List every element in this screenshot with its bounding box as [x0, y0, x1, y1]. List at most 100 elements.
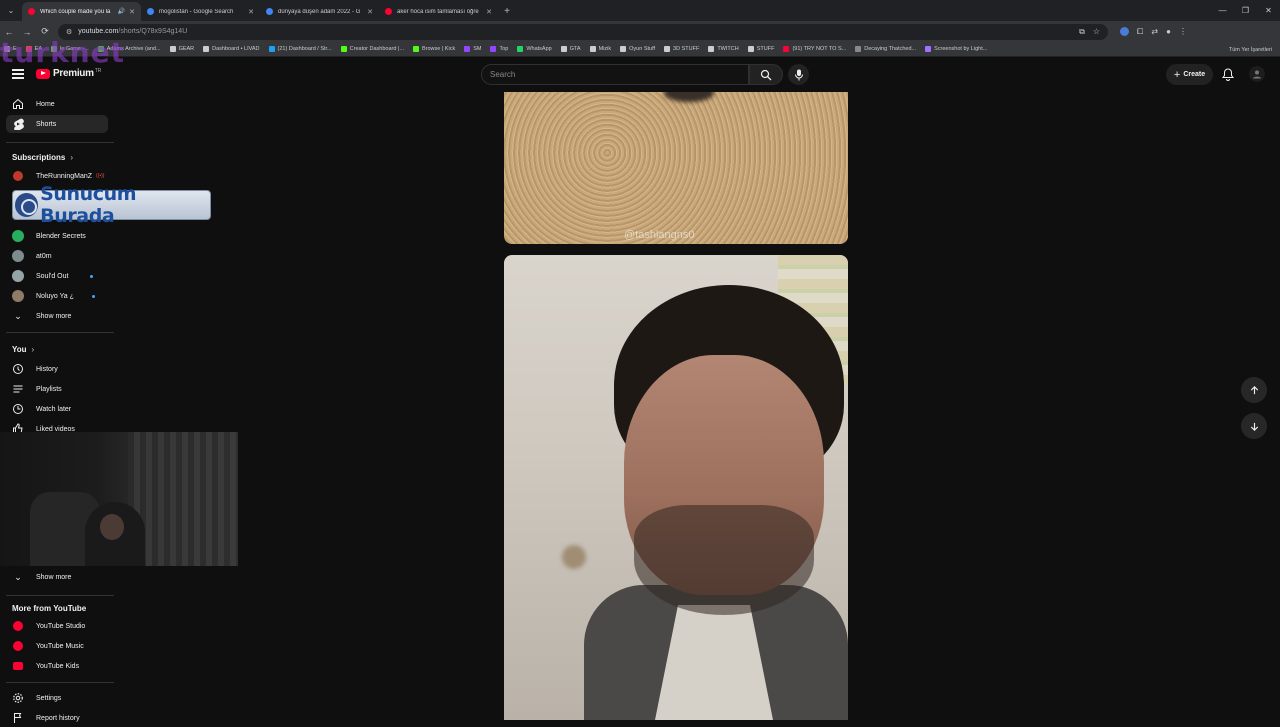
bookmark-item[interactable]: WhatsApp	[517, 46, 552, 52]
playlists-icon	[12, 383, 24, 395]
sidebar-item-label: Blender Secrets	[36, 232, 86, 240]
sidebar-item-home[interactable]: Home	[6, 95, 108, 113]
gear-icon	[12, 692, 24, 704]
sidebar-item-label: Soul'd Out	[36, 272, 69, 280]
channel-avatar-icon	[12, 270, 24, 282]
browser-tab[interactable]: mogolistan - Google Search ✕	[141, 2, 260, 21]
install-app-icon[interactable]: ⧉	[1079, 27, 1085, 37]
sidebar-item-label: Show more	[36, 573, 72, 581]
sidebar-item-label: YouTube Music	[36, 642, 84, 650]
bookmark-label: Creator Dashboard |...	[349, 46, 404, 52]
bookmark-item[interactable]: Mizik	[589, 46, 611, 52]
sidebar-item-label: TheRunningManZ	[36, 172, 93, 180]
extension-icon[interactable]	[1120, 27, 1129, 36]
side-panel-icon[interactable]: ⇄	[1151, 27, 1158, 36]
browser-tab[interactable]: Which couple made you la 🔊 ✕	[22, 2, 141, 21]
sidebar-item-youtube-studio[interactable]: YouTube Studio	[6, 617, 108, 635]
tab-title: mogolistan - Google Search	[159, 8, 234, 15]
bookmark-item[interactable]: Oyun Stuff	[620, 46, 655, 52]
sidebar-item-subscription[interactable]: Noluyo Ya ¿	[6, 287, 108, 305]
bookmark-item[interactable]: TWITCH	[708, 46, 739, 52]
show-more-button[interactable]: ⌄ Show more	[6, 307, 108, 325]
close-tab-icon[interactable]: ✕	[486, 8, 492, 16]
sidebar-item-history[interactable]: History	[6, 360, 108, 378]
sidebar-item-subscription[interactable]: Blender Secrets	[6, 227, 108, 245]
sidebar-item-youtube-music[interactable]: YouTube Music	[6, 637, 108, 655]
bookmark-item[interactable]: (21) Dashboard / Str...	[268, 46, 332, 52]
bookmark-item[interactable]: EA	[25, 46, 42, 52]
sidebar-item-report-history[interactable]: Report history	[6, 709, 108, 727]
back-icon[interactable]: ←	[0, 21, 18, 42]
voice-search-button[interactable]	[788, 64, 809, 85]
search-input[interactable]: Search	[481, 64, 749, 85]
new-tab-icon[interactable]: +	[498, 2, 516, 21]
create-button[interactable]: + Create	[1166, 64, 1213, 85]
sidebar-item-watch-later[interactable]: Watch later	[6, 400, 108, 418]
channel-avatar-icon	[12, 230, 24, 242]
subscriptions-heading[interactable]: Subscriptions ›	[12, 153, 73, 162]
sidebar-item-youtube-kids[interactable]: YouTube Kids	[6, 657, 108, 675]
tab-title: aker hoca isim tamlaması öğre	[397, 8, 479, 15]
browser-tab[interactable]: dünyaya düşen adam 2022 - G ✕	[260, 2, 379, 21]
browser-tab[interactable]: aker hoca isim tamlaması öğre ✕	[379, 2, 498, 21]
forward-icon[interactable]: →	[18, 21, 36, 42]
bookmark-item[interactable]: Decaying Thatched...	[855, 46, 916, 52]
sidebar-item-settings[interactable]: Settings	[6, 689, 108, 707]
all-bookmarks-button[interactable]: Tüm Yer İşaretleri	[1229, 42, 1272, 56]
live-indicator-icon: ((•))	[96, 173, 105, 179]
bookmark-label: E	[13, 46, 17, 52]
sidebar-item-shorts[interactable]: Shorts	[6, 115, 108, 133]
address-bar[interactable]: ⚙ youtube.com/shorts/Q78x9S4g14U ⧉ ☆	[58, 23, 1108, 40]
sidebar-item-playlists[interactable]: Playlists	[6, 380, 108, 398]
menu-icon[interactable]	[12, 69, 24, 79]
bookmark-item[interactable]: STUFF	[747, 46, 774, 52]
bookmark-star-icon[interactable]: ☆	[1093, 27, 1100, 37]
extensions-puzzle-icon[interactable]: ⧠	[1137, 27, 1143, 37]
show-more-button[interactable]: ⌄ Show more	[6, 568, 108, 586]
search-button[interactable]	[749, 64, 783, 85]
stream-overlay-badge: Sunucum Burada	[12, 183, 211, 227]
flag-icon	[12, 712, 24, 724]
bookmark-item[interactable]: Top	[490, 46, 508, 52]
bookmark-item[interactable]: (91) TRY NOT TO S...	[783, 46, 846, 52]
previous-short-button[interactable]	[1241, 377, 1267, 403]
close-tab-icon[interactable]: ✕	[248, 8, 254, 16]
restore-icon[interactable]: ❐	[1234, 0, 1257, 21]
sidebar-divider	[6, 332, 114, 333]
sidebar-item-subscription[interactable]: Soul'd Out	[6, 267, 108, 285]
bookmark-item[interactable]: E	[4, 46, 17, 52]
sidebar-item-label: at0m	[36, 252, 52, 260]
account-avatar[interactable]	[1249, 66, 1265, 82]
close-tab-icon[interactable]: ✕	[367, 8, 373, 16]
bookmark-favicon-icon	[664, 46, 671, 52]
speaker-icon[interactable]: 🔊	[118, 8, 125, 15]
bookmark-item[interactable]: SM	[464, 46, 481, 52]
next-short-button[interactable]	[1241, 413, 1267, 439]
sidebar-item-subscription[interactable]: at0m	[6, 247, 108, 265]
current-short-video[interactable]	[504, 255, 848, 720]
profile-icon[interactable]: ●	[1166, 27, 1171, 36]
browser-menu-icon[interactable]: ⋮	[1179, 27, 1187, 36]
bookmark-item[interactable]: Dashboard • LIVAD	[203, 46, 260, 52]
previous-short-video[interactable]: @tashlangns0	[504, 92, 848, 244]
bookmark-item[interactable]: Adams Archive (and...	[97, 46, 161, 52]
notifications-button[interactable]	[1220, 66, 1236, 82]
bookmark-item[interactable]: le Game -...	[51, 46, 89, 52]
you-heading[interactable]: You ›	[12, 345, 34, 354]
tab-search-icon[interactable]: ⌄	[0, 0, 22, 21]
bookmark-item[interactable]: GEAR	[169, 46, 194, 52]
sidebar-item-label: History	[36, 365, 58, 373]
bookmark-favicon-icon	[203, 46, 210, 52]
bookmark-item[interactable]: 3D STUFF	[664, 46, 699, 52]
close-tab-icon[interactable]: ✕	[129, 8, 135, 16]
sidebar-item-label: Home	[36, 100, 55, 108]
minimize-icon[interactable]: —	[1211, 0, 1234, 21]
bookmark-item[interactable]: Browse | Kick	[412, 46, 455, 52]
bookmark-item[interactable]: Creator Dashboard |...	[340, 46, 404, 52]
close-window-icon[interactable]: ✕	[1257, 0, 1280, 21]
bookmark-item[interactable]: Screenshot by Light...	[925, 46, 987, 52]
bookmark-item[interactable]: GTA	[560, 46, 581, 52]
reload-icon[interactable]: ⟳	[36, 21, 54, 42]
site-info-icon[interactable]: ⚙	[66, 28, 72, 36]
youtube-premium-logo[interactable]: Premium TR	[36, 68, 101, 79]
